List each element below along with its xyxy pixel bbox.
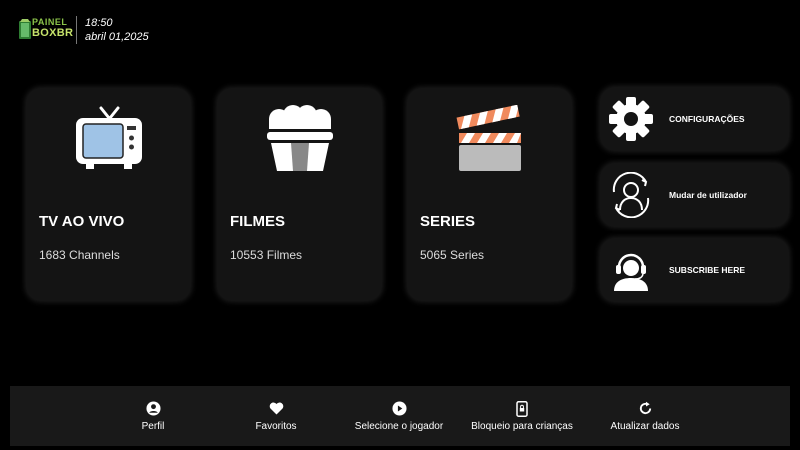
card-movies[interactable]: FILMES 10553 Filmes xyxy=(218,89,381,300)
bottom-label: Atualizar dados xyxy=(610,420,680,432)
header-divider xyxy=(76,16,77,44)
bottom-item-profile[interactable]: Perfil xyxy=(113,386,193,446)
bottom-item-favorites[interactable]: Favoritos xyxy=(236,386,316,446)
card-title: TV AO VIVO xyxy=(39,213,125,230)
datetime: 18:50 abril 01,2025 xyxy=(85,16,149,44)
card-live-tv[interactable]: TV AO VIVO 1683 Channels xyxy=(27,89,190,300)
gear-icon xyxy=(603,91,659,147)
bottom-label: Selecione o jogador xyxy=(354,420,444,432)
settings-label: CONFIGURAÇÕES xyxy=(669,114,745,124)
popcorn-icon xyxy=(255,104,345,174)
play-icon xyxy=(391,401,407,417)
app-logo: PAINEL BOXBR xyxy=(18,14,73,46)
header: PAINEL BOXBR 18:50 abril 01,2025 xyxy=(18,10,149,50)
bottom-item-player[interactable]: Selecione o jogador xyxy=(349,386,449,446)
user-switch-icon xyxy=(603,167,659,223)
clock-time: 18:50 xyxy=(85,17,113,29)
card-count: 1683 Channels xyxy=(39,248,120,262)
logo-box-icon xyxy=(19,19,31,39)
bottom-label: Bloqueio para crianças xyxy=(471,420,573,432)
heart-icon xyxy=(269,401,284,417)
card-count: 10553 Filmes xyxy=(230,248,303,262)
card-series[interactable]: SERIES 5065 Series xyxy=(408,89,571,300)
phone-lock-icon xyxy=(516,400,528,417)
logo-line2: BOXBR xyxy=(32,27,74,39)
subscribe-label: SUBSCRIBE HERE xyxy=(669,265,746,275)
bottom-item-refresh[interactable]: Atualizar dados xyxy=(605,386,685,446)
bottom-item-parental[interactable]: Bloqueio para crianças xyxy=(467,386,577,446)
profile-icon xyxy=(145,401,161,417)
card-title: SERIES xyxy=(420,213,476,230)
subscribe-button[interactable]: SUBSCRIBE HERE xyxy=(601,239,788,301)
card-count: 5065 Series xyxy=(420,248,485,262)
support-agent-icon xyxy=(603,242,659,298)
refresh-icon xyxy=(638,401,653,417)
clapperboard-icon xyxy=(445,104,535,174)
bottom-bar: Perfil Favoritos Selecione o jogador Blo… xyxy=(10,386,790,446)
tv-icon xyxy=(64,104,154,174)
switch-user-button[interactable]: Mudar de utilizador xyxy=(601,164,788,226)
card-title: FILMES xyxy=(230,213,285,230)
clock-date: abril 01,2025 xyxy=(85,31,149,43)
bottom-label: Perfil xyxy=(141,420,165,432)
bottom-label: Favoritos xyxy=(255,420,297,432)
switch-user-label: Mudar de utilizador xyxy=(669,190,747,200)
settings-button[interactable]: CONFIGURAÇÕES xyxy=(601,88,788,150)
